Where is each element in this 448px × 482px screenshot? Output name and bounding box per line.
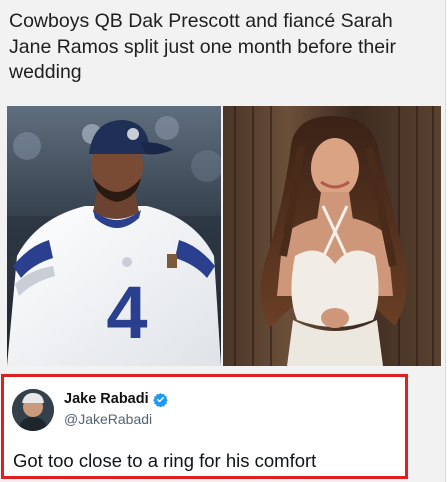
tweet-text: Got too close to a ring for his comfort bbox=[13, 450, 317, 471]
fiance-photo[interactable] bbox=[223, 106, 441, 366]
fiance-illustration bbox=[223, 106, 441, 366]
verified-badge-icon bbox=[152, 392, 168, 407]
avatar[interactable] bbox=[12, 389, 54, 431]
display-name[interactable]: Jake Rabadi bbox=[64, 391, 149, 407]
player-photo[interactable]: 4 bbox=[7, 106, 221, 366]
name-row: Jake Rabadi bbox=[64, 391, 168, 407]
player-illustration: 4 bbox=[7, 106, 221, 366]
avatar-image bbox=[12, 389, 54, 431]
post-card: Cowboys QB Dak Prescott and fiancé Sarah… bbox=[0, 0, 446, 482]
user-handle[interactable]: @JakeRabadi bbox=[64, 411, 152, 427]
embedded-tweet[interactable]: Jake Rabadi @JakeRabadi Got too close to… bbox=[1, 374, 408, 479]
jersey-number: 4 bbox=[106, 271, 147, 354]
post-headline: Cowboys QB Dak Prescott and fiancé Sarah… bbox=[9, 10, 396, 83]
